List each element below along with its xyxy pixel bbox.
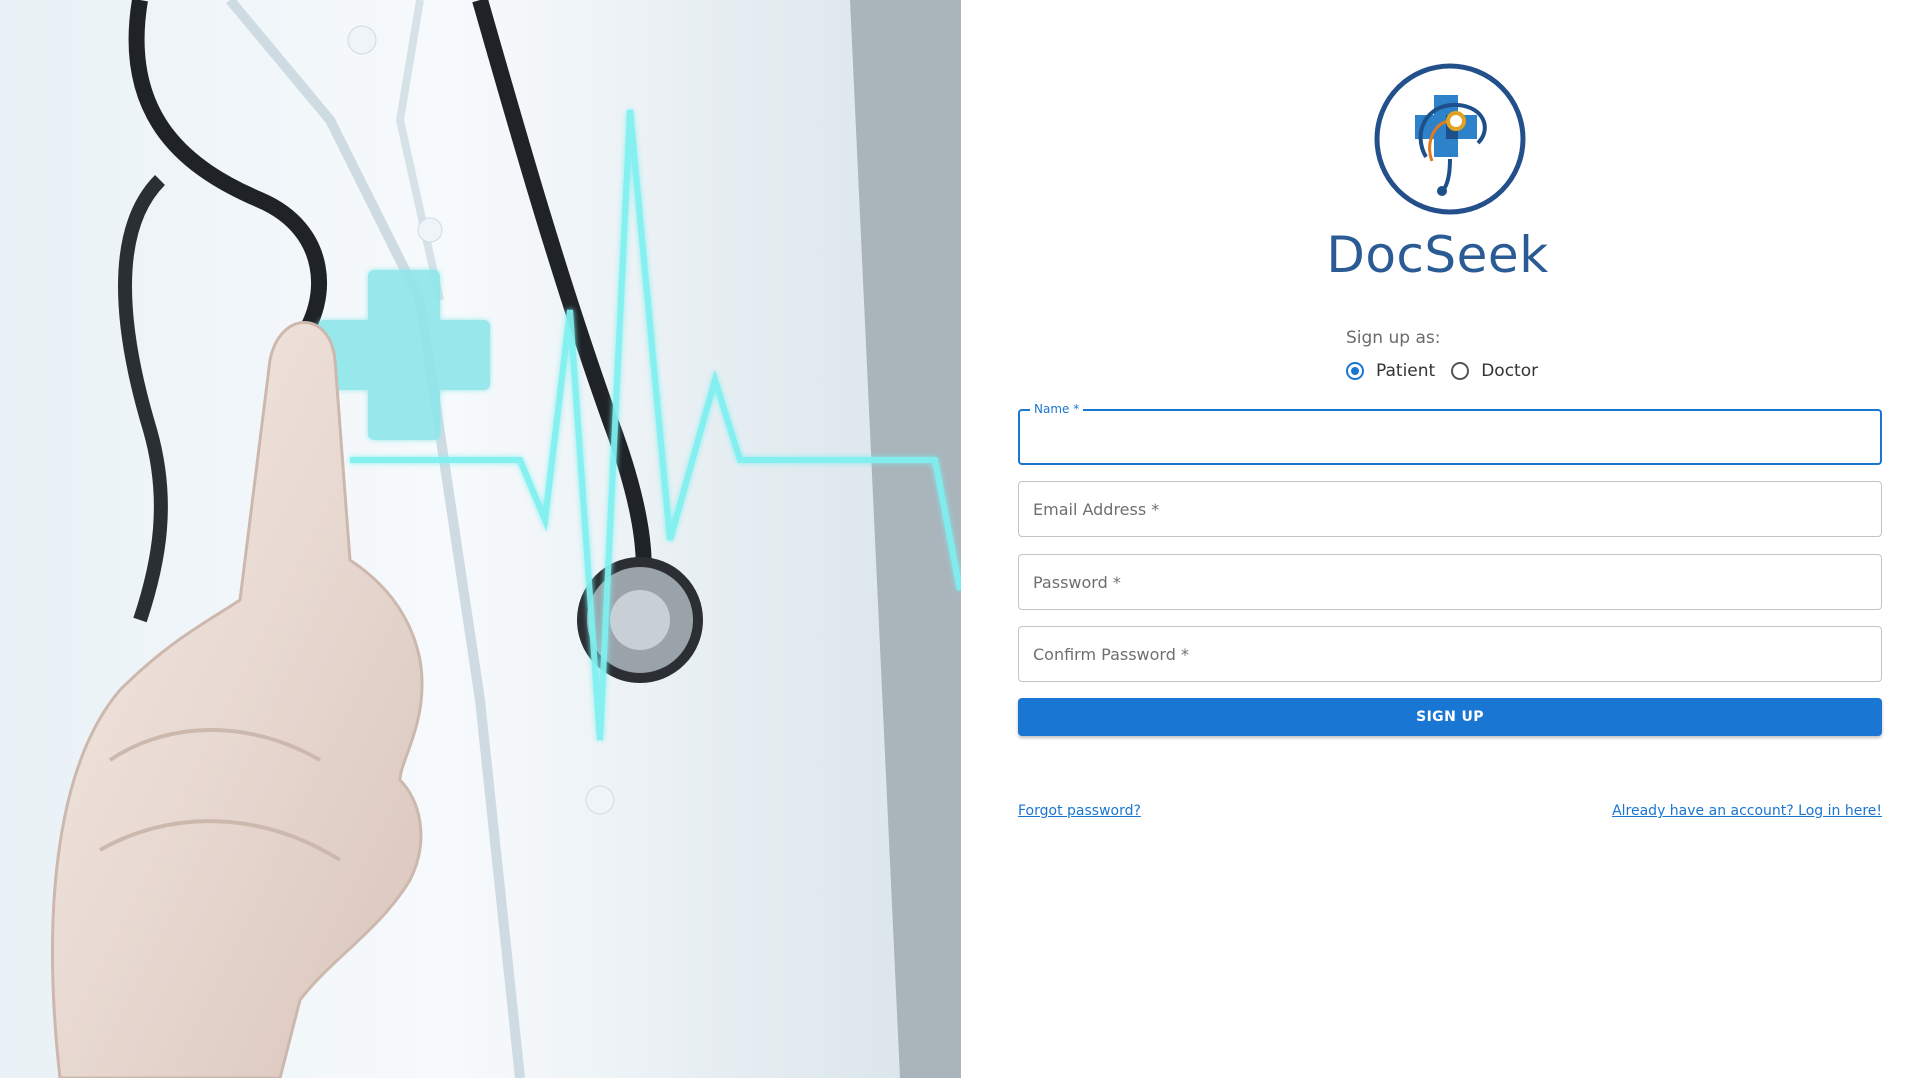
brand-name: DocSeek [1326, 226, 1549, 284]
signup-page: DocSeek Sign up as: Patient Doctor Name … [0, 0, 1920, 1080]
role-radio-group: Patient Doctor [1346, 358, 1554, 384]
name-input[interactable] [1020, 411, 1880, 463]
password-field[interactable]: Password * [1018, 554, 1882, 610]
docseek-logo [1374, 63, 1526, 215]
radio-unchecked-icon[interactable] [1451, 362, 1470, 380]
role-radio-patient[interactable]: Patient [1346, 361, 1435, 381]
login-link[interactable]: Already have an account? Log in here! [1612, 803, 1882, 819]
email-input[interactable] [1019, 482, 1881, 536]
role-radio-doctor[interactable]: Doctor [1451, 361, 1538, 381]
hero-image [0, 0, 961, 1078]
confirm-password-field[interactable]: Confirm Password * [1018, 626, 1882, 682]
signup-button[interactable]: SIGN UP [1018, 698, 1882, 736]
logo-emblem-icon [1374, 63, 1526, 215]
password-input[interactable] [1019, 555, 1881, 609]
radio-checked-icon[interactable] [1346, 362, 1364, 380]
signup-panel: DocSeek Sign up as: Patient Doctor Name … [961, 0, 1920, 1080]
confirm-password-input[interactable] [1019, 627, 1881, 681]
name-field[interactable]: Name * [1018, 402, 1882, 465]
doctor-illustration [0, 0, 961, 1078]
role-label-doctor: Doctor [1481, 361, 1539, 381]
role-label-patient: Patient [1376, 361, 1436, 381]
signup-as-label: Sign up as: [1346, 328, 1441, 348]
email-field[interactable]: Email Address * [1018, 481, 1882, 537]
forgot-password-link[interactable]: Forgot password? [1018, 803, 1141, 819]
name-field-label: Name * [1030, 402, 1084, 416]
